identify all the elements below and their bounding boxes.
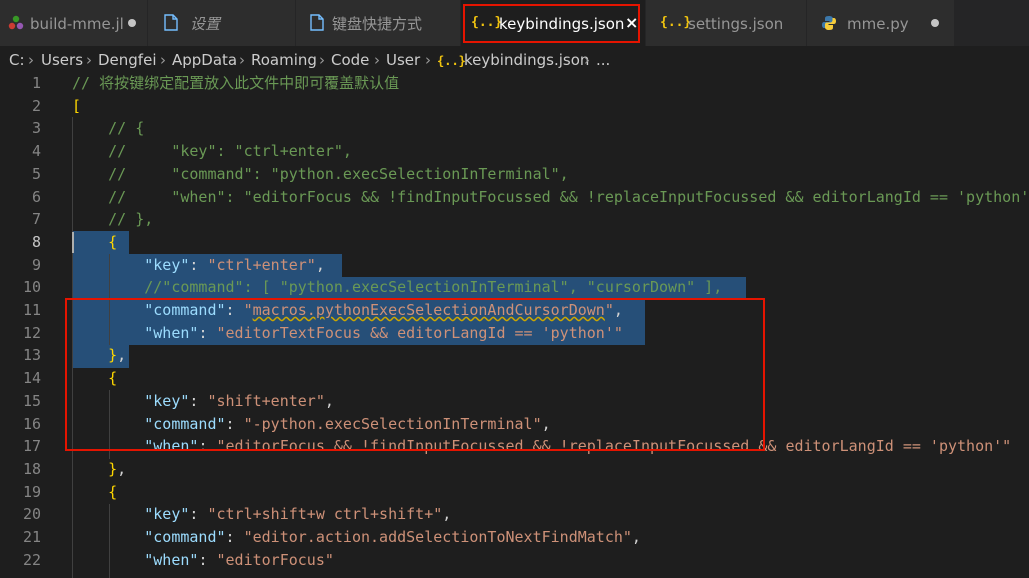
- chevron-right-icon: ›: [425, 51, 431, 69]
- code-line: },: [108, 459, 127, 478]
- chevron-right-icon: ›: [239, 51, 245, 69]
- chevron-right-icon: ›: [28, 51, 34, 69]
- unsaved-dot-icon: [128, 19, 136, 27]
- breadcrumb-code[interactable]: Code: [331, 51, 369, 69]
- breadcrumb-file[interactable]: keybindings.json: [464, 51, 589, 69]
- chevron-right-icon: ›: [160, 51, 166, 69]
- code-line: "command": "editor.action.addSelectionTo…: [144, 528, 641, 546]
- line-number: 10: [22, 278, 41, 297]
- code-line: // "key": "ctrl+enter",: [108, 142, 352, 161]
- julia-icon: [8, 15, 24, 36]
- chevron-right-icon: ›: [584, 51, 590, 69]
- line-number: 14: [22, 369, 41, 388]
- line-number: 4: [31, 142, 41, 161]
- chevron-right-icon: ›: [319, 51, 325, 69]
- tab-label: 键盘快捷方式: [332, 15, 423, 33]
- file-icon: [164, 14, 178, 36]
- line-number: 6: [31, 187, 41, 206]
- breadcrumb-user[interactable]: User: [386, 51, 420, 69]
- breadcrumb-roaming[interactable]: Roaming: [251, 51, 317, 69]
- chevron-right-icon: ›: [374, 51, 380, 69]
- code-line: "when": "editorFocus": [144, 550, 334, 569]
- code-line: // 将按键绑定配置放入此文件中即可覆盖默认值: [72, 74, 400, 92]
- line-number: 5: [31, 164, 41, 183]
- line-number: 19: [22, 482, 41, 501]
- highlight-box-code: [65, 298, 765, 451]
- code-line: // },: [108, 210, 154, 229]
- tab-label: build-mme.jl: [30, 15, 124, 33]
- line-number: 16: [22, 414, 41, 433]
- line-number: 20: [22, 505, 41, 524]
- code-line: // "when": "editorFocus && !findInputFoc…: [108, 187, 1029, 206]
- code-line: "key": "ctrl+shift+w ctrl+shift+",: [144, 505, 452, 524]
- json-icon: {..}: [660, 15, 692, 30]
- code-line: {: [108, 232, 118, 251]
- line-number: 13: [22, 346, 41, 365]
- breadcrumb-drive[interactable]: C:: [9, 51, 25, 69]
- code-line: "key": "ctrl+enter",: [144, 255, 325, 274]
- line-number: 21: [22, 528, 41, 546]
- code-line: //"command": [ "python.execSelectionInTe…: [144, 278, 723, 297]
- tab-settings-json[interactable]: {..} settings.json: [646, 0, 807, 46]
- tab-build-mme[interactable]: build-mme.jl: [0, 0, 148, 46]
- line-number: 1: [31, 74, 41, 92]
- chevron-right-icon: ›: [86, 51, 92, 69]
- tab-mme-py[interactable]: mme.py: [807, 0, 955, 46]
- tab-label: settings.json: [688, 15, 784, 33]
- line-number: 18: [22, 459, 41, 478]
- line-number: 15: [22, 391, 41, 410]
- line-number: 3: [31, 119, 41, 138]
- tab-label: mme.py: [847, 15, 909, 33]
- tab-keyboard-shortcuts[interactable]: 键盘快捷方式: [296, 0, 461, 46]
- breadcrumb: C: › Users › Dengfei › AppData › Roaming…: [0, 46, 1029, 72]
- file-icon: [310, 14, 324, 36]
- line-number: 2: [31, 96, 41, 115]
- highlight-box-tab: [463, 4, 640, 43]
- line-number: 9: [31, 255, 41, 274]
- json-icon: {..}: [437, 54, 466, 68]
- line-number: 11: [22, 301, 41, 319]
- line-number: 7: [31, 210, 41, 229]
- breadcrumb-users[interactable]: Users: [41, 51, 83, 69]
- line-number: 12: [22, 323, 41, 342]
- line-number: 17: [22, 437, 41, 456]
- tab-settings-ui[interactable]: 设置: [148, 0, 296, 46]
- tab-bar: build-mme.jl 设置 键盘快捷方式 {..} keybindings.…: [0, 0, 1029, 46]
- breadcrumb-dengfei[interactable]: Dengfei: [98, 51, 156, 69]
- code-line: // "command": "python.execSelectionInTer…: [108, 164, 569, 183]
- code-line: {: [108, 482, 118, 501]
- breadcrumb-appdata[interactable]: AppData: [172, 51, 237, 69]
- code-line: [: [72, 96, 82, 115]
- code-editor[interactable]: 1 2 3 4 5 6 7 8 9 10 11 12 13 14 15 16 1…: [0, 72, 1029, 578]
- breadcrumb-more[interactable]: ...: [596, 51, 610, 69]
- unsaved-dot-icon: [931, 19, 939, 27]
- line-number: 8: [31, 232, 41, 251]
- line-number: 22: [22, 550, 41, 569]
- tab-label: 设置: [190, 15, 221, 33]
- code-line: // {: [108, 119, 145, 138]
- python-icon: [821, 15, 837, 36]
